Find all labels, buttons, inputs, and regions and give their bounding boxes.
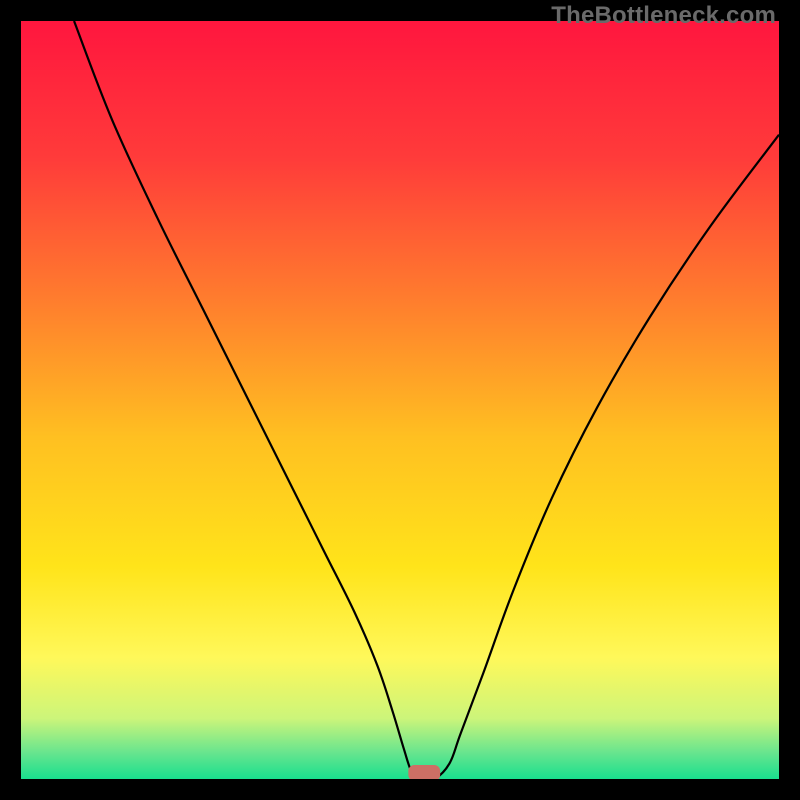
plot-area [21, 21, 779, 779]
optimum-marker [408, 765, 440, 779]
watermark-text: TheBottleneck.com [551, 2, 776, 30]
bottleneck-chart [21, 21, 779, 779]
gradient-background [21, 21, 779, 779]
chart-frame: TheBottleneck.com [0, 0, 800, 800]
